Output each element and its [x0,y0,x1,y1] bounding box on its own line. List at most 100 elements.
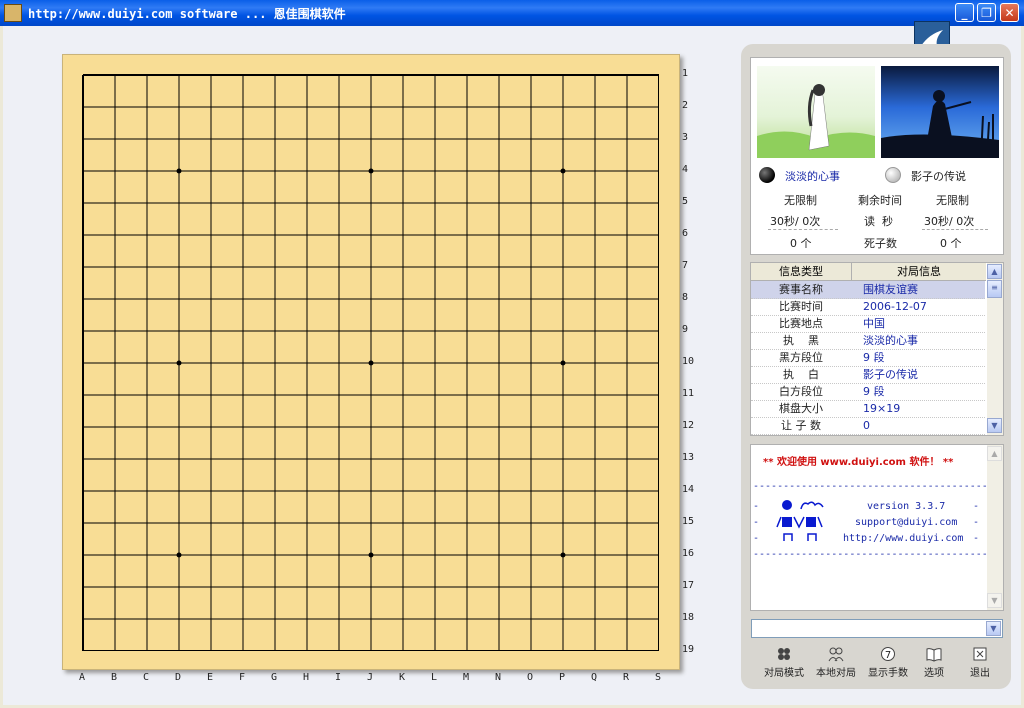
scroll-up-icon[interactable]: ▲ [987,264,1002,279]
black-time-limit: 无限制 [784,194,817,207]
board-grid[interactable] [82,74,659,651]
captured-label: 死子数 [864,237,897,250]
local-game-label: 本地对局 [816,668,856,679]
scroll-down-icon[interactable]: ▼ [987,593,1002,608]
column-coordinate: G [271,672,278,683]
ascii-figure-icon [776,500,824,541]
game-mode-button[interactable]: 对局模式 [760,646,808,679]
website-link[interactable]: http://www.duiyi.com [843,533,963,544]
column-coordinate: H [303,672,310,683]
local-game-button[interactable]: 本地对局 [812,646,860,679]
row-coordinate: 9 [682,324,689,335]
app-icon[interactable] [4,4,22,22]
restore-button[interactable]: ❐ [977,3,996,22]
command-dropdown[interactable]: ▼ [751,619,1003,638]
row-coordinate: 2 [682,100,689,111]
row-value: 淡淡的心事 [863,334,918,347]
black-stone-icon [759,167,775,183]
table-row[interactable]: 执 白 影子の传说 [751,366,985,384]
table-row[interactable]: 棋盘大小 19×19 [751,400,985,418]
row-key: 让 子 数 [781,419,821,432]
row-value: 围棋友谊赛 [863,283,918,296]
row-coordinate: 3 [682,132,689,143]
table-scrollbar[interactable]: ▲ ≡ ▼ [987,263,1003,435]
star-point [560,552,566,558]
support-email[interactable]: support@duiyi.com [855,517,957,528]
white-captured: 0 个 [940,237,962,250]
row-coordinate: 14 [682,484,695,495]
minimize-button[interactable]: _ [955,3,974,22]
local-game-icon [828,646,844,662]
row-key: 执 白 [783,368,819,381]
column-coordinate: Q [591,672,598,683]
row-coordinate: 8 [682,292,689,303]
black-player-name: 淡淡的心事 [785,170,840,183]
scroll-thumb[interactable]: ≡ [987,280,1002,298]
white-byoyomi: 30秒/ 0次 [924,215,975,228]
row-value: 9 段 [863,385,885,398]
options-button[interactable]: 选项 [910,646,958,679]
welcome-message: ** 欢迎使用 www.duiyi.com 软件！ ** [763,457,954,468]
row-value: 中国 [863,317,885,330]
exit-icon [972,646,988,662]
bullet: - [973,501,980,512]
row-key: 黑方段位 [779,351,823,364]
row-coordinate: 4 [682,164,689,175]
game-info-table: 信息类型 对局信息 赛事名称 围棋友谊赛 比赛时间 2006-12-07 比赛地点 中国执… [750,262,1004,436]
star-point [368,360,374,366]
remaining-time-label: 剩余时间 [858,194,902,207]
table-row[interactable]: 让 子 数 0 [751,417,985,435]
row-key: 棋盘大小 [779,402,823,415]
row-coordinate: 10 [682,356,695,367]
bullet: - [753,517,760,528]
show-move-number-label: 显示手数 [868,668,908,679]
table-row[interactable]: 黑方段位 9 段 [751,349,985,367]
row-coordinate: 19 [682,644,695,655]
exit-button[interactable]: 退出 [956,646,1004,679]
byoyomi-label: 读 秒 [864,215,893,228]
column-header-info[interactable]: 对局信息 [852,263,986,281]
window-title: http://www.duiyi.com software ... 恩佳围棋软件 [28,7,346,21]
column-coordinate: N [495,672,502,683]
move-number-icon: 7 [880,646,896,662]
game-mode-label: 对局模式 [764,668,804,679]
row-key: 赛事名称 [779,283,823,296]
star-point [176,552,182,558]
row-coordinate: 1 [682,68,689,79]
close-button[interactable]: ✕ [1000,3,1019,22]
column-header-type[interactable]: 信息类型 [751,263,852,281]
column-coordinate: R [623,672,630,683]
column-coordinate: J [367,672,374,683]
table-row[interactable]: 比赛时间 2006-12-07 [751,298,985,316]
row-value: 2006-12-07 [863,300,927,313]
table-row[interactable]: 赛事名称 围棋友谊赛 [751,281,985,299]
row-value: 0 [863,419,870,432]
white-time-limit: 无限制 [936,194,969,207]
chevron-down-icon[interactable]: ▼ [986,621,1001,636]
row-coordinate: 16 [682,548,695,559]
go-board[interactable] [62,54,680,670]
star-point [176,168,182,174]
column-coordinate: C [143,672,150,683]
black-captured: 0 个 [790,237,812,250]
table-row[interactable]: 执 黑 淡淡的心事 [751,332,985,350]
bullet: - [973,533,980,544]
star-point [560,360,566,366]
column-coordinate: S [655,672,662,683]
scroll-down-icon[interactable]: ▼ [987,418,1002,433]
black-byoyomi: 30秒/ 0次 [770,215,821,228]
table-row[interactable]: 比赛地点 中国 [751,315,985,333]
title-bar: http://www.duiyi.com software ... 恩佳围棋软件… [0,0,1024,26]
message-scrollbar[interactable]: ▲ ▼ [987,445,1003,610]
row-key: 执 黑 [783,334,819,347]
show-move-number-button[interactable]: 7 显示手数 [864,646,912,679]
scroll-up-icon[interactable]: ▲ [987,446,1002,461]
row-coordinate: 17 [682,580,695,591]
white-player-avatar [881,66,999,159]
column-coordinate: A [79,672,86,683]
column-coordinate: O [527,672,534,683]
row-value: 19×19 [863,402,901,415]
row-coordinate: 6 [682,228,689,239]
table-row[interactable]: 白方段位 9 段 [751,383,985,401]
column-coordinate: K [399,672,406,683]
